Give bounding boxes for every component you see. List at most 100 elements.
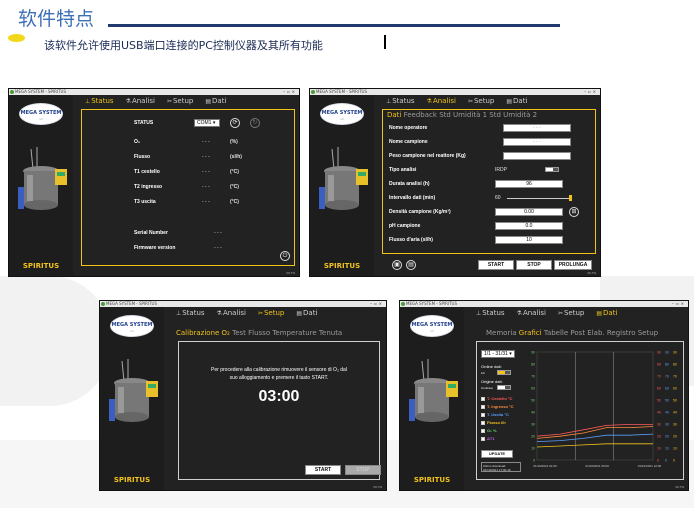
- subtab-post-elab[interactable]: Post Elab.: [570, 329, 604, 337]
- logo-subtext: srl: [39, 117, 43, 121]
- series-checkbox-row[interactable]: T. Uscita °C: [481, 412, 521, 420]
- tab-status[interactable]: ⊥Status: [386, 97, 415, 105]
- checkbox[interactable]: [481, 420, 485, 425]
- checkbox[interactable]: [481, 412, 485, 417]
- tab-analisi[interactable]: ⚗Analisi: [126, 97, 155, 105]
- start-button[interactable]: START: [478, 260, 514, 270]
- y-right-tick-label: 30: [673, 423, 677, 427]
- series-line: [536, 443, 653, 448]
- analisi-window: MEGA SYSTEM - SPIRITUS –▫× MEGA SYSTEM srl…: [309, 88, 601, 277]
- subtab-memoria[interactable]: Memoria: [486, 329, 517, 337]
- ordine-toggle[interactable]: [497, 370, 511, 375]
- t2-unit: (°C): [230, 184, 239, 190]
- window-controls[interactable]: –▫×: [370, 301, 384, 307]
- tab-setup[interactable]: ✂Setup: [258, 309, 284, 317]
- tab-dati[interactable]: ▤Dati: [506, 97, 527, 105]
- checkbox[interactable]: [481, 404, 485, 409]
- series-checkbox-row[interactable]: T. Ingresso °C: [481, 404, 521, 412]
- tab-setup[interactable]: ✂Setup: [558, 309, 584, 317]
- tab-dati[interactable]: ▤Dati: [296, 309, 317, 317]
- origine-toggle[interactable]: [497, 385, 511, 390]
- calibration-stop-button[interactable]: STOP: [345, 465, 381, 475]
- o2-value: - - -: [202, 139, 210, 145]
- checkbox[interactable]: [481, 436, 485, 441]
- window-controls[interactable]: –▫×: [584, 89, 598, 95]
- series-checkbox-row[interactable]: O₂ %: [481, 428, 521, 436]
- o2-label: O₂: [134, 139, 141, 145]
- durata-analisi-field[interactable]: 96: [495, 180, 563, 188]
- tab-status[interactable]: ⊥Status: [85, 97, 114, 105]
- main-nav: ⊥Status ⚗Analisi ✂Setup ▤Dati: [176, 309, 317, 317]
- series-checkbox-row[interactable]: ΔT1: [481, 436, 521, 444]
- tab-setup-label: Setup: [473, 97, 495, 105]
- y-right-tick-label: 0: [665, 459, 667, 463]
- series-checkbox-row[interactable]: T. Cestello °C: [481, 396, 521, 404]
- update-button[interactable]: UPDATE: [481, 450, 513, 458]
- subtab-registro-setup[interactable]: Registro Setup: [607, 329, 658, 337]
- checkbox[interactable]: [481, 396, 485, 401]
- open-file-button[interactable]: ▣: [392, 260, 402, 270]
- y-tick-label: 50: [531, 399, 535, 403]
- grafici-panel: 1/1 - 31/31 ▾ Ordine dati: 1/n Origine d…: [476, 341, 684, 480]
- tab-status[interactable]: ⊥Status: [476, 309, 505, 317]
- tools-icon: ✂: [257, 310, 263, 317]
- tab-analisi[interactable]: ⚗Analisi: [517, 309, 546, 317]
- save-file-button[interactable]: ▤: [406, 260, 416, 270]
- subtab-feedback[interactable]: Feedback: [404, 111, 437, 119]
- connect-button[interactable]: ⟳: [230, 118, 240, 128]
- y-right-tick-label: 50: [657, 399, 661, 403]
- tab-setup-label: Setup: [263, 309, 285, 317]
- subtab-tenuta[interactable]: Tenuta: [319, 329, 342, 337]
- subtab-tabelle[interactable]: Tabelle: [544, 329, 568, 337]
- intervallo-slider-handle[interactable]: [569, 195, 572, 201]
- tipo-analisi-value: IRDP: [495, 167, 507, 173]
- flask-icon: ⚗: [216, 310, 222, 317]
- series-checkbox-row[interactable]: Flusso l/h: [481, 420, 521, 428]
- calibration-start-button[interactable]: START: [305, 465, 341, 475]
- tab-analisi[interactable]: ⚗Analisi: [217, 309, 246, 317]
- version-label: V0.7%: [675, 485, 684, 489]
- prolunga-button[interactable]: PROLUNGA: [554, 260, 592, 270]
- t2-label: T2 ingresso: [134, 184, 163, 190]
- status-icon: ⊥: [386, 98, 392, 105]
- y-tick-label: 40: [531, 411, 535, 415]
- peso-campione-field[interactable]: [503, 152, 571, 160]
- subtab-temperature[interactable]: Temperature: [272, 329, 316, 337]
- subtab-calibrazione-o2[interactable]: Calibrazione O₂: [176, 329, 230, 337]
- tab-dati[interactable]: ▤Dati: [596, 309, 617, 317]
- refresh-button[interactable]: ↻: [250, 118, 260, 128]
- tab-analisi[interactable]: ⚗Analisi: [427, 97, 456, 105]
- window-controls[interactable]: –▫×: [672, 301, 686, 307]
- com-port-select[interactable]: COM1 ▾: [194, 119, 220, 127]
- power-button[interactable]: ⏻: [280, 251, 290, 261]
- subtab-std-umidita-1[interactable]: Std Umidità 1: [439, 111, 487, 119]
- ordine-value: 1/n: [481, 371, 486, 375]
- densita-field[interactable]: 0.00: [495, 208, 563, 216]
- y-right-tick-label: 40: [657, 411, 661, 415]
- nome-operatore-field[interactable]: - - -: [503, 124, 571, 132]
- setup-window: MEGA SYSTEM - SPIRITUS –▫× MEGA SYSTEM srl…: [99, 300, 387, 491]
- tab-setup[interactable]: ✂Setup: [167, 97, 193, 105]
- subtab-grafici[interactable]: Grafici: [519, 329, 542, 337]
- subtab-test-flusso[interactable]: Test Flusso: [232, 329, 270, 337]
- window-controls[interactable]: –▫×: [283, 89, 297, 95]
- ph-field[interactable]: 0.0: [495, 222, 563, 230]
- checkbox[interactable]: [481, 428, 485, 433]
- stop-button[interactable]: STOP: [516, 260, 552, 270]
- y-right-tick-label: 20: [657, 435, 661, 439]
- tab-dati[interactable]: ▤Dati: [205, 97, 226, 105]
- app-logo-icon: [101, 302, 105, 306]
- tab-setup[interactable]: ✂Setup: [468, 97, 494, 105]
- y-right-tick-label: 60: [657, 387, 661, 391]
- tipo-analisi-toggle[interactable]: [545, 167, 559, 172]
- data-icon: ▤: [296, 310, 303, 317]
- flusso-aria-field[interactable]: 10: [495, 236, 563, 244]
- t3-value: - - -: [202, 199, 210, 205]
- tab-status[interactable]: ⊥Status: [176, 309, 205, 317]
- time-range-select[interactable]: 1/1 - 31/31 ▾: [481, 350, 515, 358]
- subtab-dati[interactable]: Dati: [387, 111, 401, 119]
- nome-campione-field[interactable]: - - -: [503, 138, 571, 146]
- nome-campione-label: Nome campione: [389, 139, 428, 145]
- densita-calc-button[interactable]: ⊞: [569, 207, 579, 217]
- subtab-std-umidita-2[interactable]: Std Umidità 2: [489, 111, 537, 119]
